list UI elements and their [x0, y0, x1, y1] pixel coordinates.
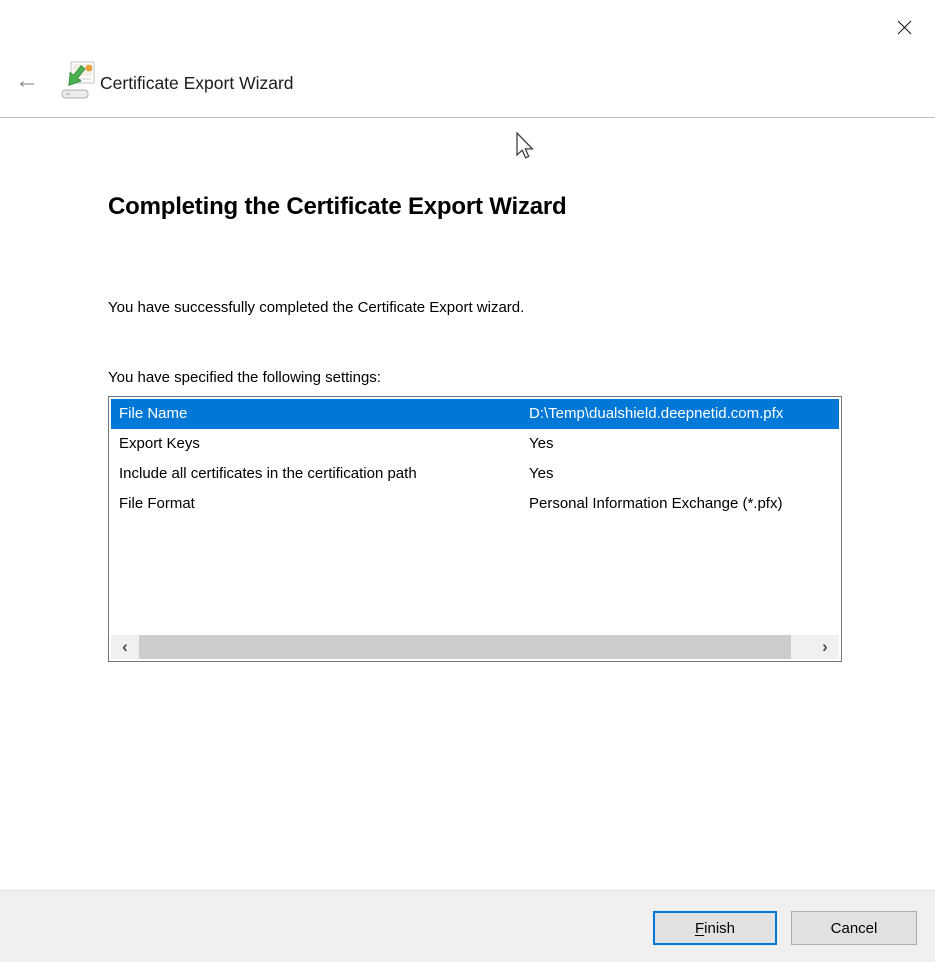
setting-name: File Format: [119, 495, 195, 512]
mouse-cursor-icon: [515, 131, 535, 162]
scroll-left-button[interactable]: ‹: [111, 635, 139, 659]
setting-name: Include all certificates in the certific…: [119, 465, 417, 482]
settings-row-export-keys[interactable]: Export Keys Yes: [111, 429, 839, 459]
setting-value: D:\Temp\dualshield.deepnetid.com.pfx: [529, 405, 784, 422]
setting-value: Yes: [529, 435, 554, 452]
settings-rows: File Name D:\Temp\dualshield.deepnetid.c…: [111, 399, 839, 519]
setting-value: Yes: [529, 465, 554, 482]
window-title: Certificate Export Wizard: [100, 73, 294, 93]
settings-label: You have specified the following setting…: [108, 369, 381, 386]
finish-label-rest: inish: [704, 919, 736, 937]
setting-name: File Name: [119, 405, 188, 422]
settings-row-file-name[interactable]: File Name D:\Temp\dualshield.deepnetid.c…: [111, 399, 839, 429]
settings-row-file-format[interactable]: File Format Personal Information Exchang…: [111, 489, 839, 519]
setting-value: Personal Information Exchange (*.pfx): [529, 495, 783, 512]
settings-listbox[interactable]: File Name D:\Temp\dualshield.deepnetid.c…: [108, 396, 842, 662]
page-heading: Completing the Certificate Export Wizard: [108, 193, 567, 220]
scrollbar-thumb[interactable]: [139, 635, 791, 659]
wizard-window: ← Certificate Export Wizard Completing t…: [0, 0, 935, 964]
setting-name: Export Keys: [119, 435, 200, 452]
intro-text: You have successfully completed the Cert…: [108, 299, 525, 316]
certificate-export-icon: [60, 60, 96, 102]
horizontal-scrollbar[interactable]: ‹ ›: [111, 635, 839, 659]
close-icon: [897, 20, 912, 38]
header-divider: [0, 117, 935, 118]
close-button[interactable]: [893, 18, 915, 40]
finish-label-accelerator: F: [694, 919, 705, 937]
cancel-button[interactable]: Cancel: [791, 911, 917, 945]
scroll-right-button[interactable]: ›: [811, 635, 839, 659]
back-button[interactable]: ←: [12, 66, 42, 96]
finish-button[interactable]: Finish: [653, 911, 777, 945]
settings-row-include-certificates[interactable]: Include all certificates in the certific…: [111, 459, 839, 489]
footer-bar: Finish Cancel: [0, 890, 935, 962]
